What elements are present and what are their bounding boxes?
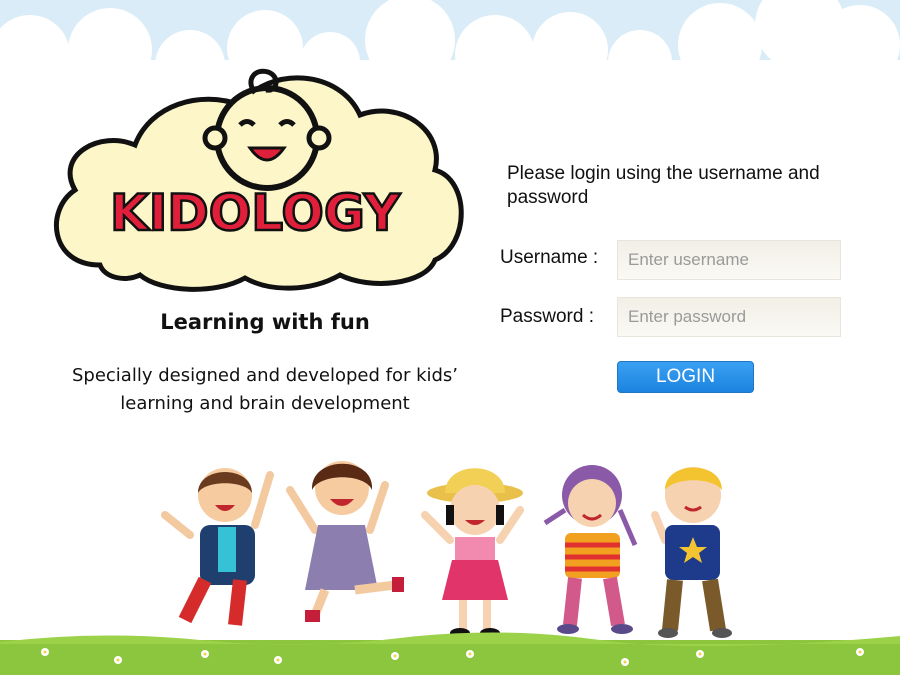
description-line-1: Specially designed and developed for kid…	[71, 365, 459, 386]
description-line-2: learning and brain development	[120, 393, 410, 414]
kid-icon	[286, 461, 404, 622]
login-intro-text: Please login using the username and pass…	[507, 163, 820, 208]
username-label: Username :	[500, 247, 599, 268]
logo-text: KIDOLOGY	[110, 184, 401, 242]
username-input[interactable]	[617, 240, 841, 280]
password-label: Password :	[500, 306, 594, 327]
kid-icon	[543, 465, 638, 634]
kid-icon	[161, 468, 274, 626]
tagline: Learning with fun	[160, 310, 370, 334]
description: Specially designed and developed for kid…	[60, 362, 470, 418]
login-button[interactable]: LOGIN	[617, 361, 754, 393]
kids-illustration	[161, 461, 732, 638]
kid-icon	[651, 467, 732, 638]
kid-icon	[421, 468, 524, 638]
password-input[interactable]	[617, 297, 841, 337]
kidology-logo: KIDOLOGY	[53, 68, 464, 292]
grass-ground	[0, 632, 900, 675]
